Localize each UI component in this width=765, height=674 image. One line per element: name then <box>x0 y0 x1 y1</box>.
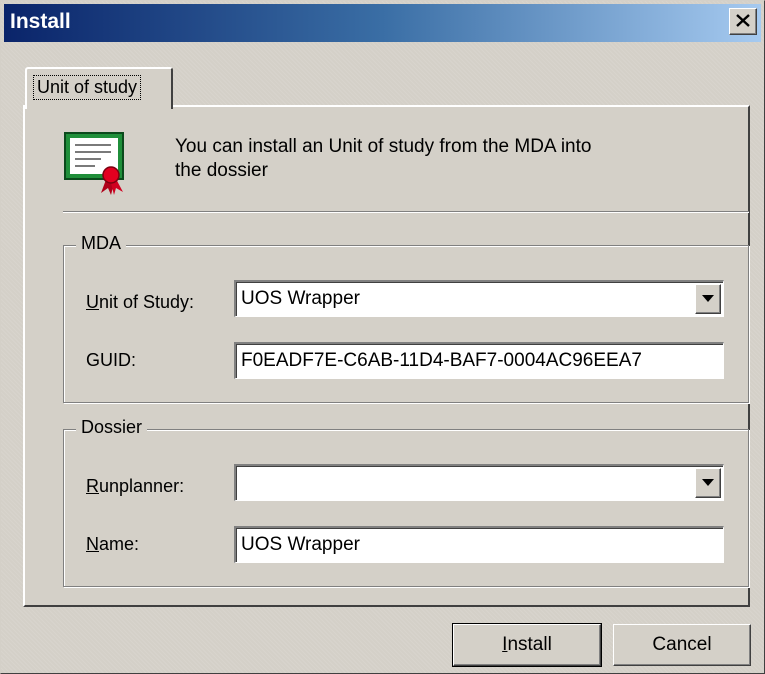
tab-panel: You can install an Unit of study from th… <box>23 105 750 607</box>
close-button[interactable] <box>729 8 757 35</box>
separator <box>63 211 749 213</box>
unit-of-study-value: UOS Wrapper <box>241 288 360 309</box>
name-field[interactable]: UOS Wrapper <box>234 526 724 563</box>
guid-field[interactable]: F0EADF7E-C6AB-11D4-BAF7-0004AC96EEA7 <box>234 342 724 379</box>
intro-text: You can install an Unit of study from th… <box>175 135 675 183</box>
cancel-button[interactable]: Cancel <box>613 624 751 666</box>
runplanner-label: Runplanner: <box>86 476 185 496</box>
runplanner-combo[interactable] <box>234 464 724 501</box>
install-dialog: Install Unit of study You can install an… <box>0 0 765 674</box>
close-icon <box>736 14 750 27</box>
tab-label: Unit of study <box>33 75 142 100</box>
tab-unit-of-study[interactable]: Unit of study <box>25 67 173 109</box>
mda-group: MDA Unit of Study: UOS Wrapper GUID: F0E… <box>63 233 749 403</box>
certificate-icon <box>64 132 124 195</box>
mda-group-title: MDA <box>76 233 126 254</box>
window-title: Install <box>10 10 71 33</box>
name-label: Name: <box>86 534 140 554</box>
guid-label: GUID: <box>86 350 137 370</box>
runplanner-dropdown-button[interactable] <box>695 468 721 498</box>
intro-line-1: You can install an Unit of study from th… <box>175 136 592 157</box>
chevron-down-icon <box>702 479 714 486</box>
install-button[interactable]: Install <box>452 623 602 667</box>
unit-of-study-dropdown-button[interactable] <box>695 284 721 314</box>
intro-line-2: the dossier <box>175 160 268 181</box>
unit-of-study-label: Unit of Study: <box>86 292 195 312</box>
dossier-group-title: Dossier <box>76 417 148 438</box>
unit-of-study-combo[interactable]: UOS Wrapper <box>234 280 724 317</box>
dossier-group: Dossier Runplanner: Name: UOS Wrapper <box>63 417 749 587</box>
chevron-down-icon <box>702 295 714 302</box>
title-bar[interactable]: Install <box>4 4 761 42</box>
